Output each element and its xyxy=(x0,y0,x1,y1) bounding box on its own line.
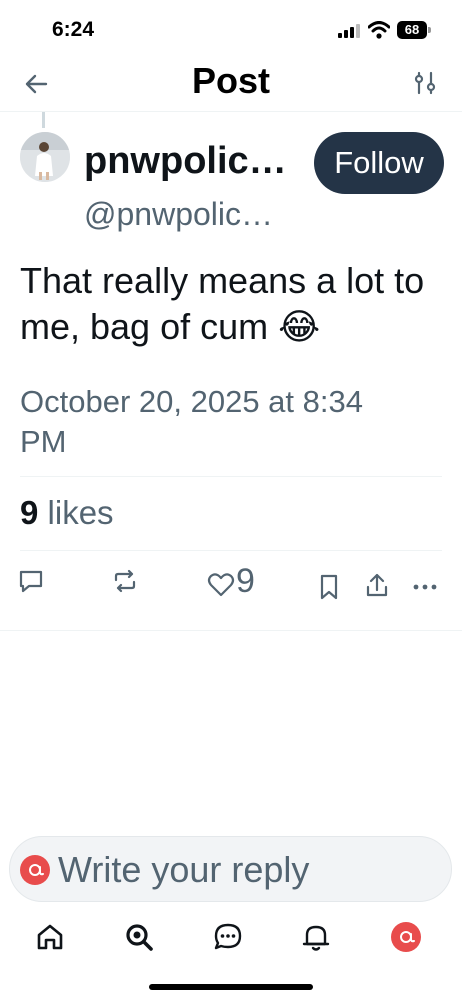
more-options-icon[interactable] xyxy=(410,572,440,602)
author-handle[interactable]: @pnwpolic… xyxy=(84,196,273,233)
status-time: 6:24 xyxy=(52,18,95,41)
battery-level: 68 xyxy=(397,21,427,39)
post-text: That really means a lot to me, bag of cu… xyxy=(20,260,425,347)
thread-connector xyxy=(42,112,45,128)
home-indicator xyxy=(149,984,313,990)
post-header: Post xyxy=(0,58,462,112)
wifi-icon xyxy=(368,21,390,39)
reply-icon[interactable] xyxy=(16,566,46,596)
like-heart-icon[interactable] xyxy=(206,570,236,600)
search-icon[interactable] xyxy=(122,920,156,954)
avatar[interactable] xyxy=(20,132,70,182)
profile-avatar-icon[interactable] xyxy=(389,920,423,954)
reply-placeholder: Write your reply xyxy=(58,849,310,890)
like-count: 9 xyxy=(236,562,255,600)
likes-label: likes xyxy=(47,494,114,531)
author-display-name[interactable]: pnwpolic… xyxy=(84,140,287,183)
battery-icon: 68 xyxy=(397,21,431,39)
reply-avatar-icon xyxy=(20,855,50,885)
post-timestamp[interactable]: October 20, 2025 at 8:34 PM xyxy=(20,382,380,462)
follow-button[interactable]: Follow xyxy=(314,132,444,194)
likes-count: 9 xyxy=(20,494,39,531)
divider xyxy=(0,630,462,631)
repost-icon[interactable] xyxy=(110,566,140,596)
avatar-photo xyxy=(20,132,70,182)
notifications-bell-icon[interactable] xyxy=(299,920,333,954)
signal-icon xyxy=(338,24,360,38)
likes-stat[interactable]: 9 likes xyxy=(20,494,114,532)
share-icon[interactable] xyxy=(362,570,392,600)
reply-input[interactable]: Write your reply xyxy=(9,836,452,902)
divider xyxy=(20,550,442,551)
page-title: Post xyxy=(191,60,270,101)
divider xyxy=(20,476,442,477)
post-actions: 9 xyxy=(0,560,462,610)
status-bar: 6:24 68 xyxy=(0,0,462,60)
bottom-tab-bar xyxy=(0,912,462,962)
messages-icon[interactable] xyxy=(211,920,245,954)
home-icon[interactable] xyxy=(33,920,67,954)
settings-sliders-icon[interactable] xyxy=(412,70,438,96)
bookmark-icon[interactable] xyxy=(314,572,344,602)
